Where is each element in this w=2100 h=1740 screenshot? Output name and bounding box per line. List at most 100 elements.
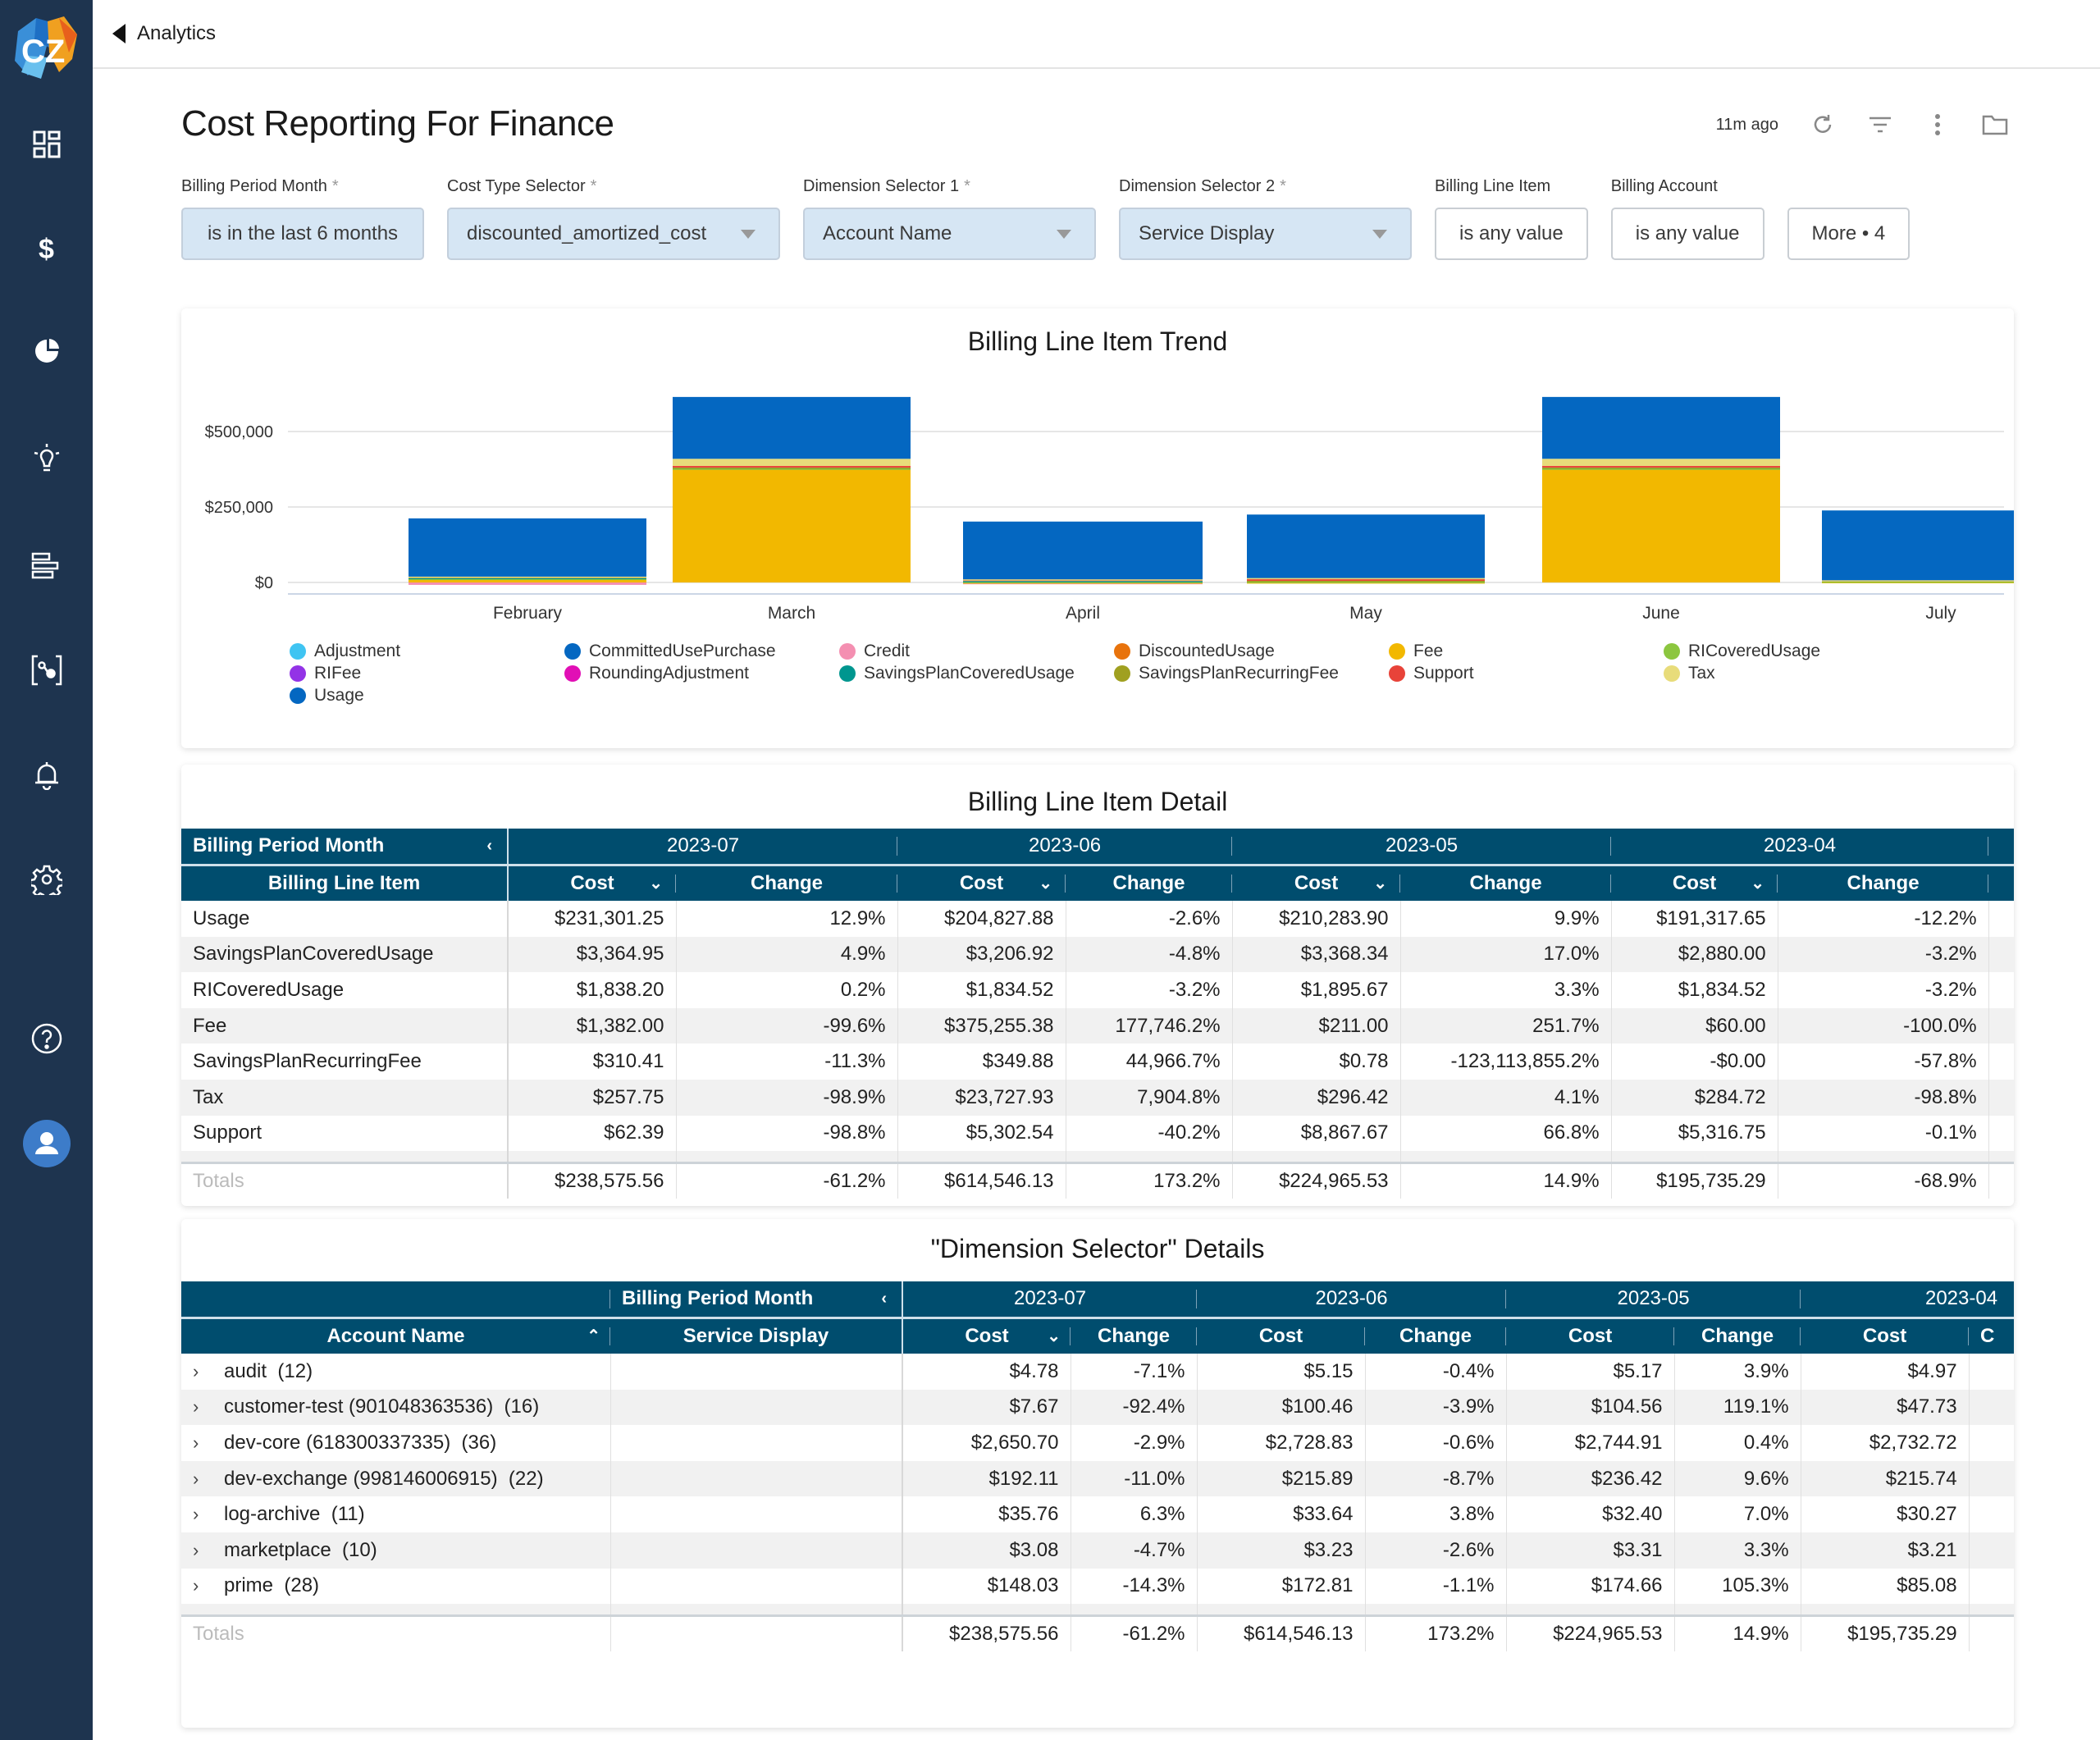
pivot-header[interactable]: Billing Period Month ‹ [181,829,509,866]
table-row[interactable]: Support $62.39 -98.8% $5,302.54 -40.2% $8,867… [181,1115,2014,1152]
sort-asc-icon[interactable]: ⌃ [587,1326,600,1346]
table-row[interactable]: SavingsPlanCoveredUsage $3,364.95 4.9% $3,2… [181,936,2014,973]
table-row[interactable]: RICoveredUsage $1,838.20 0.2% $1,834.52 -3.2… [181,972,2014,1008]
pie-chart-icon[interactable] [0,327,93,376]
more-filters-button[interactable]: More • 4 [1787,208,1911,260]
cost-column-header[interactable]: Cost [1197,1318,1366,1354]
filter-value-button[interactable]: Service Display [1119,208,1412,260]
change-column-header[interactable]: Change [1674,1318,1801,1354]
table-row[interactable]: Fee $1,382.00 -99.6% $375,255.38 177,746.2% $… [181,1007,2014,1044]
collapse-pivot-icon[interactable]: ‹ [486,837,492,856]
bar-segment-usage-february[interactable] [409,518,646,577]
bar-segment-support-march[interactable] [673,465,911,468]
legend-item-roundingadjustment[interactable]: RoundingAdjustment [564,664,839,683]
bar-segment-tax-july[interactable] [1822,580,2014,582]
row-header-billing-line-item[interactable]: Billing Line Item [181,865,509,901]
bar-segment-usage-april[interactable] [963,521,1203,580]
bar-list-icon[interactable] [0,541,93,591]
sort-desc-icon[interactable]: ⌄ [1047,1326,1061,1346]
sort-desc-icon[interactable]: ⌄ [1373,873,1387,893]
cost-column-header[interactable]: Cost ⌄ [1232,865,1401,901]
dollar-icon[interactable]: $ [0,225,93,274]
table-row[interactable]: Usage $231,301.25 12.9% $204,827.88 -2.6% $21… [181,901,2014,937]
legend-item-ricoveredusage[interactable]: RICoveredUsage [1664,642,1877,660]
legend-item-rifee[interactable]: RIFee [290,664,564,683]
cz-logo[interactable]: CZ [11,15,80,84]
bar-segment-savingsplanrecurringfee-march[interactable] [673,467,911,469]
table-row[interactable]: SavingsPlanRecurringFee $310.41 -11.3% $349… [181,1044,2014,1080]
expand-row-icon[interactable]: › [193,1432,212,1454]
bar-segment-tax-may[interactable] [1247,578,1485,580]
bar-segment-credit-february[interactable] [409,582,646,585]
bar-segment-fee-june[interactable] [1542,468,1780,582]
legend-item-discountedusage[interactable]: DiscountedUsage [1114,642,1389,660]
expand-row-icon[interactable]: › [193,1540,212,1561]
table-row[interactable]: › log-archive (11) $35.76 6.3% $33.64 3.8% $32… [181,1496,2014,1532]
cost-column-header[interactable]: Cost ⌄ [1611,865,1778,901]
expand-row-icon[interactable]: › [193,1504,212,1525]
user-avatar-icon[interactable] [0,1119,93,1168]
cost-column-header[interactable]: Cost [1506,1318,1675,1354]
legend-item-adjustment[interactable]: Adjustment [290,642,564,660]
bar-segment-savingsplanrecurringfee-may[interactable] [1247,580,1485,582]
expand-row-icon[interactable]: › [193,1575,212,1596]
change-column-header[interactable]: Change [1365,1318,1507,1354]
table-row[interactable]: › dev-exchange (998146006915) (22) $192.11… [181,1460,2014,1497]
service-display-column-header[interactable]: Service Display [610,1318,903,1354]
change-column-header[interactable]: Change [1071,1318,1198,1354]
more-options-icon[interactable] [1924,112,1951,138]
legend-item-committedusepurchase[interactable]: CommittedUsePurchase [564,642,839,660]
filter-value-button[interactable]: discounted_amortized_cost [447,208,780,260]
filter-value-button[interactable]: Account Name [803,208,1096,260]
bar-segment-usage-may[interactable] [1247,514,1485,578]
table-row[interactable]: › dev-core (618300337335) (36) $2,650.70 -2… [181,1425,2014,1461]
bar-segment-tax-june[interactable] [1542,459,1780,466]
back-to-analytics-link[interactable]: Analytics [112,22,216,45]
bar-segment-fee-march[interactable] [673,468,911,582]
legend-item-credit[interactable]: Credit [839,642,1114,660]
expand-row-icon[interactable]: › [193,1396,212,1418]
legend-item-savingsplancoveredusage[interactable]: SavingsPlanCoveredUsage [839,664,1114,683]
table-row[interactable]: › customer-test (901048363536) (16) $7.67-… [181,1389,2014,1426]
sort-desc-icon[interactable]: ⌄ [649,873,663,893]
partially-visible-row[interactable] [181,1151,2014,1164]
sort-desc-icon[interactable]: ⌄ [1039,873,1052,893]
table-row[interactable]: Tax $257.75 -98.9% $23,727.93 7,904.8% $296.4… [181,1079,2014,1116]
collapse-pivot-icon[interactable]: ‹ [881,1290,887,1308]
bar-segment-tax-march[interactable] [673,459,911,466]
partially-visible-row[interactable] [181,1604,2014,1617]
legend-item-support[interactable]: Support [1389,664,1664,683]
cost-column-header[interactable]: Cost ⌄ [902,1318,1071,1354]
legend-item-fee[interactable]: Fee [1389,642,1664,660]
filter-value-button[interactable]: is any value [1610,208,1764,260]
legend-item-usage[interactable]: Usage [290,686,564,705]
bar-segment-usage-july[interactable] [1822,510,2014,581]
bell-icon[interactable] [0,751,93,800]
bar-segment-usage-june[interactable] [1542,396,1780,459]
anomaly-icon[interactable] [0,646,93,695]
change-column-header[interactable]: Change [1066,865,1233,901]
sort-desc-icon[interactable]: ⌄ [1751,873,1764,893]
dashboard-icon[interactable] [0,120,93,169]
help-icon[interactable] [0,1014,93,1063]
change-column-header-truncated[interactable]: C [1969,1318,2014,1354]
legend-item-tax[interactable]: Tax [1664,664,1877,683]
filter-value-button[interactable]: is in the last 6 months [181,208,424,260]
cost-column-header[interactable]: Cost [1801,1318,1970,1354]
change-column-header[interactable]: Change [1778,865,1989,901]
bar-segment-savingsplanrecurringfee-june[interactable] [1542,467,1780,469]
lightbulb-icon[interactable] [0,435,93,484]
cost-column-header[interactable]: Cost ⌄ [897,865,1066,901]
folder-icon[interactable] [1982,112,2008,138]
change-column-header[interactable]: Change [1400,865,1612,901]
table-row[interactable]: › marketplace (10) $3.08 -4.7% $3.23 -2.6% $3.… [181,1532,2014,1569]
legend-item-savingsplanrecurringfee[interactable]: SavingsPlanRecurringFee [1114,664,1389,683]
bar-segment-usage-march[interactable] [673,396,911,459]
filter-icon[interactable] [1867,112,1893,138]
bar-segment-support-june[interactable] [1542,465,1780,468]
pivot-header[interactable]: Billing Period Month ‹ [610,1281,903,1319]
table-row[interactable]: › audit (12) $4.78 -7.1% $5.15 -0.4% $5.17 3.9%… [181,1354,2014,1390]
change-column-header[interactable]: Change [676,865,898,901]
cost-column-header[interactable]: Cost ⌄ [508,865,676,901]
refresh-icon[interactable] [1810,112,1836,138]
